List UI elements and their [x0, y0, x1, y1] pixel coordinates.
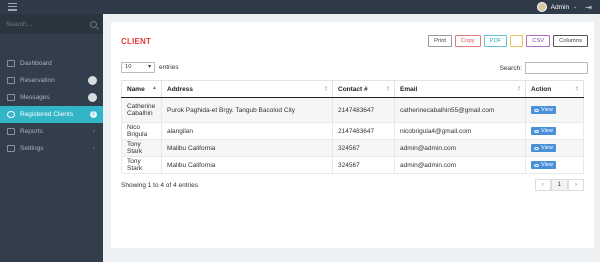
- view-button[interactable]: View: [531, 144, 556, 152]
- clients-table: Name ▲ Address ▲ ▼ Contact # ▲ ▼ Email ▲ ▼ Acti…: [121, 80, 584, 174]
- report-icon: [7, 128, 15, 135]
- sidebar-item-registered-clients[interactable]: Registered Clients 1: [0, 106, 103, 123]
- eye-icon: [534, 146, 539, 150]
- search-label: Search:: [499, 64, 522, 72]
- pdf-button[interactable]: PDF: [483, 35, 508, 47]
- eye-icon: [534, 108, 539, 112]
- sidebar-item-label: Reservation: [20, 77, 55, 84]
- cell-action: View: [525, 97, 584, 123]
- table-row: Tony Stark Malibu California 324567 admi…: [121, 139, 584, 157]
- users-icon: [7, 111, 15, 118]
- chevron-right-icon: ›: [93, 128, 95, 135]
- columns-button[interactable]: Columns: [553, 35, 588, 47]
- pagination: ‹ 1 ›: [534, 179, 584, 191]
- cell-email: catherinecabalhin55@gmail.com: [394, 97, 526, 123]
- csv-button[interactable]: CSV: [526, 35, 551, 47]
- eye-icon: [534, 163, 539, 167]
- sidebar-item-label: Reports: [20, 128, 43, 135]
- sidebar-item-label: Settings: [20, 145, 44, 152]
- table-row: Catherine Cabalhin Purok Paghida-et Brgy…: [121, 97, 584, 123]
- sidebar-item-label: Registered Clients: [20, 111, 74, 118]
- cell-name: Tony Stark: [121, 156, 162, 174]
- pagination-page-button[interactable]: 1: [550, 179, 568, 191]
- table-row: Tony Stark Malibu California 324567 admi…: [121, 156, 584, 174]
- cell-address: Malibu California: [161, 156, 333, 174]
- sidebar-item-label: Messages: [20, 94, 50, 101]
- cell-name: Nico Brigula: [121, 122, 162, 140]
- dashboard-icon: [7, 60, 15, 67]
- entries-length-control: 10 ▾ entries: [121, 62, 179, 73]
- gear-icon: [7, 145, 15, 152]
- reservation-badge: [88, 76, 97, 85]
- entries-select[interactable]: 10 ▾: [121, 62, 155, 73]
- client-panel: CLIENT Print Copy PDF CSV Columns 10 ▾ e…: [111, 22, 594, 248]
- messages-badge: [88, 93, 97, 102]
- cell-action: View: [525, 122, 584, 140]
- search-icon[interactable]: [90, 20, 97, 28]
- cell-email: nicobrigula4@gmail.com: [394, 122, 526, 140]
- view-button[interactable]: View: [531, 106, 556, 114]
- column-header-contact[interactable]: Contact # ▲ ▼: [332, 80, 395, 98]
- table-row: Nico Brigula alangilan 2147483647 nicobr…: [121, 122, 584, 140]
- menu-toggle-icon[interactable]: [8, 3, 17, 11]
- cell-email: admin@admin.com: [394, 156, 526, 174]
- column-header-name[interactable]: Name ▲: [121, 80, 162, 98]
- search-input[interactable]: [525, 62, 588, 74]
- table-info: Showing 1 to 4 of 4 entries: [121, 182, 198, 189]
- sidebar-item-messages[interactable]: Messages: [0, 89, 103, 106]
- print-button[interactable]: Print: [428, 35, 453, 47]
- cell-contact: 324567: [332, 139, 395, 157]
- top-bar: Admin ⌄ ⇥: [0, 0, 600, 14]
- cell-address: alangilan: [161, 122, 333, 140]
- view-button[interactable]: View: [531, 127, 556, 135]
- excel-button[interactable]: [510, 35, 524, 47]
- user-menu[interactable]: Admin ⌄ ⇥: [536, 1, 592, 13]
- chevron-down-icon[interactable]: ⌄: [573, 4, 577, 10]
- pagination-previous-button[interactable]: ‹: [534, 179, 551, 191]
- cell-action: View: [525, 139, 584, 157]
- sidebar-item-reservation[interactable]: Reservation: [0, 72, 103, 89]
- export-toolbar: Print Copy PDF CSV Columns: [428, 35, 588, 47]
- chevron-right-icon: ›: [93, 145, 95, 152]
- cell-address: Malibu California: [161, 139, 333, 157]
- cell-email: admin@admin.com: [394, 139, 526, 157]
- cell-contact: 2147483647: [332, 97, 395, 123]
- pagination-next-button[interactable]: ›: [568, 179, 584, 191]
- eye-icon: [534, 129, 539, 133]
- cell-action: View: [525, 156, 584, 174]
- cell-address: Purok Paghida-et Brgy. Tangub Bacolod Ci…: [161, 97, 333, 123]
- sidebar-nav: Dashboard Reservation Messages Registere…: [0, 55, 103, 157]
- column-header-email[interactable]: Email ▲ ▼: [394, 80, 526, 98]
- sort-icon: ▲ ▼: [324, 84, 328, 92]
- entries-select-value: 10: [125, 64, 132, 70]
- cell-name: Catherine Cabalhin: [121, 97, 162, 123]
- sign-out-icon[interactable]: ⇥: [585, 3, 592, 12]
- sort-icon: ▲ ▼: [386, 84, 390, 92]
- sidebar-search-placeholder: Search...: [6, 20, 33, 28]
- page-title: CLIENT: [121, 37, 152, 46]
- cell-name: Tony Stark: [121, 139, 162, 157]
- sort-icon: ▲ ▼: [517, 84, 521, 92]
- envelope-icon: [7, 94, 15, 101]
- calendar-icon: [7, 77, 15, 84]
- sidebar-item-settings[interactable]: Settings ›: [0, 140, 103, 157]
- sidebar-item-dashboard[interactable]: Dashboard: [0, 55, 103, 72]
- registered-clients-badge: 1: [90, 111, 97, 118]
- sidebar-item-reports[interactable]: Reports ›: [0, 123, 103, 140]
- cell-contact: 2147483647: [332, 122, 395, 140]
- copy-button[interactable]: Copy: [455, 35, 481, 47]
- entries-label: entries: [159, 64, 179, 71]
- view-button[interactable]: View: [531, 161, 556, 169]
- table-search: Search:: [500, 62, 588, 74]
- avatar[interactable]: [536, 2, 547, 12]
- column-header-address[interactable]: Address ▲ ▼: [161, 80, 333, 98]
- sidebar-search-input[interactable]: Search...: [0, 14, 103, 34]
- column-header-action[interactable]: Action ▲ ▼: [525, 80, 584, 98]
- sort-asc-icon: ▲: [152, 85, 157, 91]
- sidebar-item-label: Dashboard: [20, 60, 52, 67]
- chevron-down-icon: ▾: [148, 64, 151, 70]
- sort-icon: ▲ ▼: [575, 84, 579, 92]
- user-name[interactable]: Admin: [551, 4, 569, 11]
- cell-contact: 324567: [332, 156, 395, 174]
